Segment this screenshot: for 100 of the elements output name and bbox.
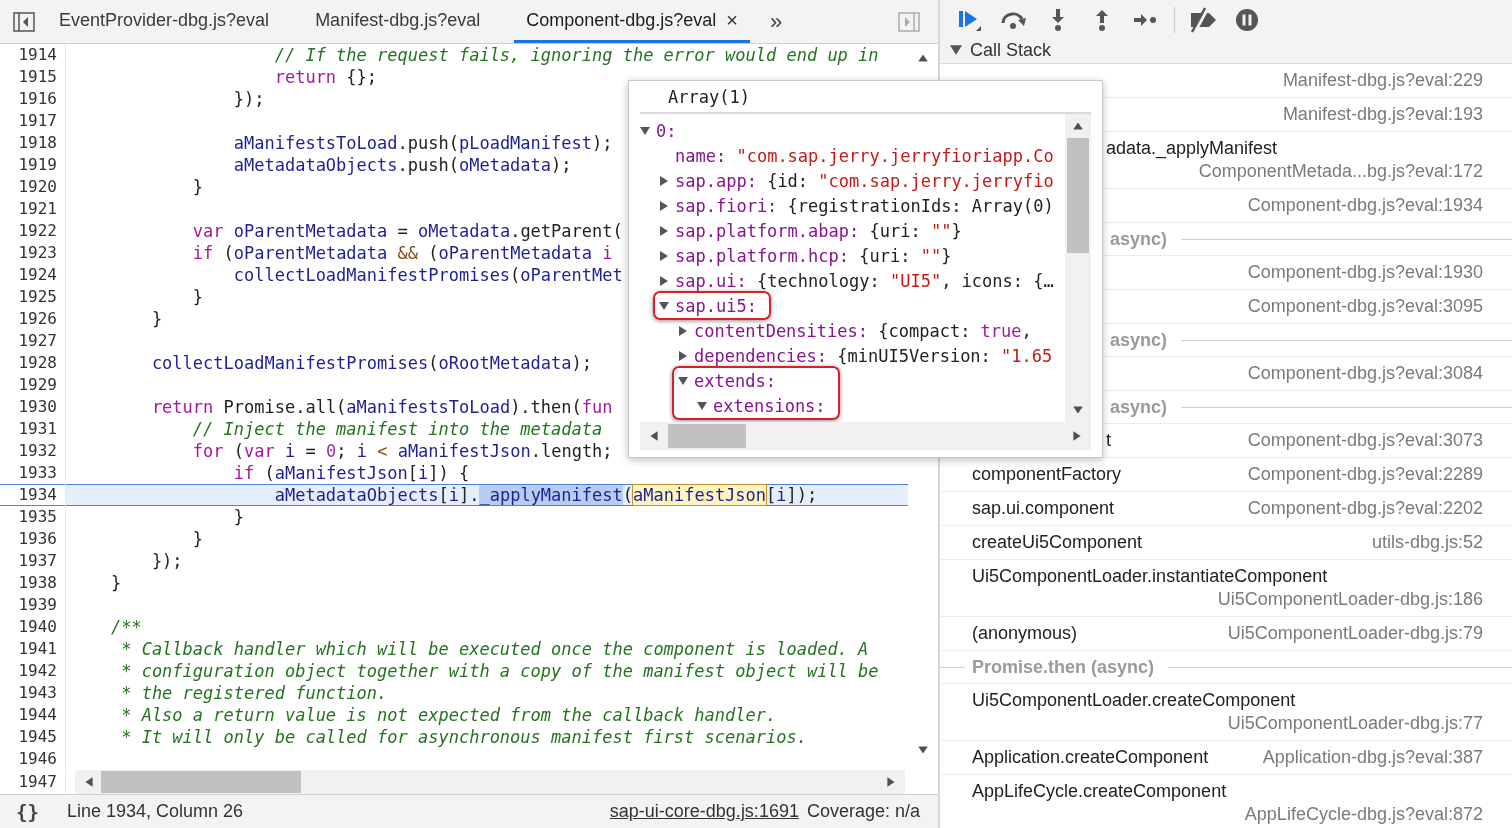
caret-icon[interactable] (678, 325, 688, 336)
frame-location[interactable]: Component-dbg.js?eval:1930 (1247, 261, 1483, 284)
code-line: var oParentMetadata = oMetadata.getParent( (191, 220, 623, 242)
cursor-position: Line 1934, Column 26 (66, 801, 243, 822)
frame-location[interactable]: ComponentMetada...bg.js?eval:172 (1198, 160, 1483, 183)
scroll-left-icon[interactable] (83, 776, 95, 788)
editor-tab[interactable]: Manifest-dbg.js?eval (303, 0, 493, 43)
line-number: 1939 (0, 594, 66, 616)
frame-location[interactable]: Component-dbg.js?eval:3073 (1247, 429, 1483, 452)
line-number: 1932 (0, 440, 66, 462)
scroll-down-icon[interactable] (917, 744, 929, 756)
scrollbar[interactable] (75, 770, 905, 794)
sidebar-toggle-icon[interactable] (12, 11, 35, 32)
frame-location[interactable]: Ui5ComponentLoader-dbg.js:79 (1227, 622, 1483, 645)
scroll-right-icon[interactable] (1071, 430, 1083, 442)
caret-icon[interactable] (659, 250, 669, 261)
scroll-left-icon[interactable] (648, 430, 660, 442)
caret-icon[interactable] (659, 225, 669, 236)
scroll-right-icon[interactable] (885, 776, 897, 788)
frame-name[interactable]: componentFactory (972, 463, 1122, 486)
scrollbar-thumb[interactable] (1067, 138, 1089, 253)
caret-icon[interactable] (659, 200, 669, 211)
line-number: 1920 (0, 176, 66, 198)
frame-location[interactable]: Component-dbg.js?eval:2202 (1247, 497, 1483, 520)
caret-icon[interactable] (640, 125, 650, 136)
frame-location[interactable]: Component-dbg.js?eval:2289 (1247, 463, 1483, 486)
line-number: 1916 (0, 88, 66, 110)
tab-label[interactable]: EventProvider-dbg.js?eval (59, 9, 270, 31)
frame-location[interactable]: Application-dbg.js?eval:387 (1262, 746, 1483, 769)
caret-icon[interactable] (659, 275, 669, 286)
line-number: 1924 (0, 264, 66, 286)
property-text: contentDensities: {compact: true, (694, 320, 1032, 341)
code-line: aMetadataObjects[i]._applyManifest(aManifestJson[i]); (273, 484, 818, 506)
caret-icon[interactable] (697, 400, 707, 411)
frame-location[interactable]: Manifest-dbg.js?eval:229 (1282, 69, 1483, 92)
code-line: collectLoadManifestPromises(oParentMet (232, 264, 623, 286)
property-text: sap.platform.abap: {uri: ""} (675, 220, 962, 241)
caret-icon[interactable] (659, 175, 669, 186)
scroll-up-icon[interactable] (1072, 120, 1084, 132)
scroll-down-icon[interactable] (1072, 404, 1084, 416)
property-text: dependencies: {minUI5Version: "1.65 (694, 345, 1053, 366)
caret-icon[interactable] (678, 375, 688, 386)
call-stack-header[interactable]: Call Stack (940, 40, 1052, 60)
panel-toggle-icon[interactable] (898, 11, 920, 32)
line-number: 1926 (0, 308, 66, 330)
frame-location[interactable]: AppLifeCycle-dbg.js?eval:872 (1244, 803, 1483, 826)
frame-location[interactable]: Manifest-dbg.js?eval:193 (1282, 103, 1483, 126)
code-line: } (109, 572, 122, 594)
scrollbar[interactable] (1065, 114, 1091, 422)
resume-icon[interactable] (957, 8, 983, 32)
line-number: 1937 (0, 550, 66, 572)
line-number: 1929 (0, 374, 66, 396)
async-separator: Promise.then (async) (971, 656, 1156, 678)
frame-name[interactable]: Application.createComponent (972, 746, 1209, 769)
scrollbar-thumb[interactable] (101, 771, 301, 793)
frame-location[interactable]: utils-dbg.js:52 (1371, 531, 1483, 554)
code-line: }); (232, 88, 265, 110)
line-number: 1943 (0, 682, 66, 704)
line-number: 1923 (0, 242, 66, 264)
scrollbar[interactable] (640, 422, 1091, 450)
line-number: 1921 (0, 198, 66, 220)
code-line: * configuration object together with a copy of the manifest object will be (120, 660, 879, 682)
frame-name[interactable]: (anonymous) (972, 622, 1078, 645)
caret-icon[interactable] (659, 300, 669, 311)
property-text: extensions: (713, 395, 826, 416)
code-line: aMetadataObjects.push(oMetadata); (232, 154, 572, 176)
frame-location[interactable]: Component-dbg.js?eval:3095 (1247, 295, 1483, 318)
step-into-icon[interactable] (1050, 8, 1066, 32)
step-over-icon[interactable] (999, 9, 1029, 31)
code-line: return Promise.all(aManifestsToLoad).then(fun (150, 396, 613, 418)
step-out-icon[interactable] (1094, 8, 1110, 32)
scroll-up-icon[interactable] (917, 52, 929, 64)
frame-name[interactable]: sap.ui.component (972, 497, 1115, 520)
slashed-tag-icon[interactable] (1188, 7, 1218, 33)
frame-location[interactable]: Component-dbg.js?eval:3084 (1247, 362, 1483, 385)
caret-icon[interactable] (678, 350, 688, 361)
line-number: 1944 (0, 704, 66, 726)
code-line: * the registered function. (120, 682, 388, 704)
property-text: sap.app: {id: "com.sap.jerry.jerryfio (675, 170, 1054, 191)
property-text: sap.platform.hcp: {uri: ""} (675, 245, 952, 266)
pause-icon[interactable] (1235, 8, 1259, 32)
more-tabs-button[interactable]: » (762, 0, 791, 43)
source-link[interactable]: sap-ui-core-dbg.js:1691 (609, 801, 799, 822)
step-icon[interactable] (1133, 12, 1159, 28)
tab-label[interactable]: Component-dbg.js?eval (526, 9, 717, 31)
pretty-print-button[interactable]: {} (12, 800, 43, 823)
frame-location[interactable]: Component-dbg.js?eval:1934 (1247, 194, 1483, 217)
scrollbar-thumb[interactable] (668, 424, 746, 448)
frame-name[interactable]: AppLifeCycle.createComponent (972, 780, 1227, 803)
editor-tab[interactable]: EventProvider-dbg.js?eval (47, 0, 282, 43)
frame-location[interactable]: Ui5ComponentLoader-dbg.js:77 (1227, 712, 1483, 735)
section-caret-icon[interactable] (950, 44, 962, 56)
close-tab-button[interactable]: × (726, 10, 739, 30)
frame-name[interactable]: Ui5ComponentLoader.instantiateComponent (972, 565, 1328, 588)
frame-name[interactable]: createUi5Component (972, 531, 1143, 554)
frame-name[interactable]: Ui5ComponentLoader.createComponent (972, 689, 1296, 712)
tab-label[interactable]: Manifest-dbg.js?eval (315, 9, 481, 31)
coverage-text: Coverage: n/a (806, 801, 920, 822)
frame-location[interactable]: Ui5ComponentLoader-dbg.js:186 (1217, 588, 1483, 611)
property-text: sap.fiori: {registrationIds: Array(0) (675, 195, 1054, 216)
